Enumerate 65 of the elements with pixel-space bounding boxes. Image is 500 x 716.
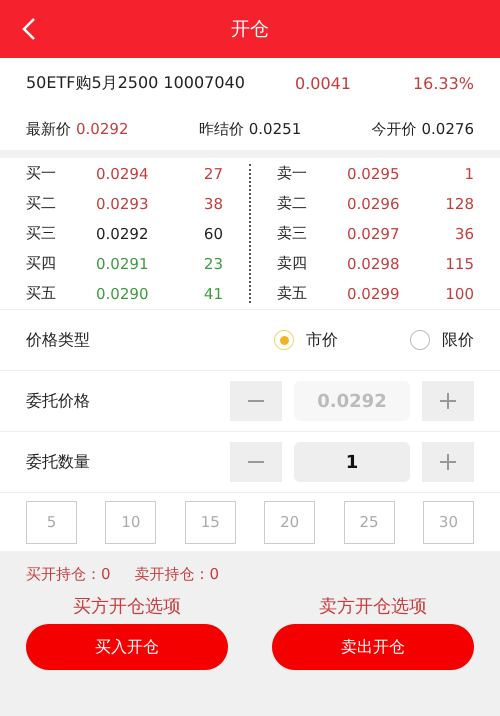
stat-label: 最新价 <box>26 120 71 138</box>
level-quantity: 60 <box>202 224 223 242</box>
level-price: 0.0296 <box>347 194 400 212</box>
level-quantity: 27 <box>202 164 223 182</box>
level-quantity: 23 <box>202 254 223 272</box>
position-count: 卖开持仓：0 <box>134 565 220 584</box>
radio-button[interactable] <box>274 330 294 350</box>
level-label: 买三 <box>26 224 57 243</box>
level-price: 0.0299 <box>347 284 400 302</box>
price-change: 0.0041 <box>295 74 351 92</box>
position-count: 买开持仓：0 <box>26 565 111 584</box>
level-label: 买一 <box>26 164 57 183</box>
radio-label[interactable]: 限价 <box>442 330 474 350</box>
level-label: 卖三 <box>277 224 308 243</box>
stat-value: 0.0292 <box>76 120 128 138</box>
level-price: 0.0292 <box>96 224 150 242</box>
quantity-preset-button[interactable]: 15 <box>184 500 236 544</box>
level-price: 0.0291 <box>96 254 150 272</box>
stat-label: 昨结价 <box>198 120 244 138</box>
plus-button[interactable] <box>422 381 474 421</box>
annotation-caption: 卖方开仓选项 <box>319 595 427 618</box>
level-quantity: 115 <box>444 254 474 272</box>
level-quantity: 128 <box>444 194 474 212</box>
level-label: 买五 <box>26 284 57 303</box>
minus-button[interactable] <box>230 442 282 482</box>
field-label: 价格类型 <box>26 330 90 350</box>
level-price: 0.0294 <box>96 164 150 182</box>
level-price: 0.0297 <box>347 224 400 242</box>
level-quantity: 100 <box>444 284 474 302</box>
level-label: 买四 <box>26 254 57 273</box>
level-quantity: 1 <box>463 164 474 182</box>
stat-label: 今开价 <box>372 120 416 138</box>
stat-value: 0.0251 <box>248 120 302 138</box>
radio-label[interactable]: 市价 <box>306 330 338 350</box>
level-label: 卖一 <box>277 164 308 183</box>
field-label: 委托价格 <box>26 390 90 412</box>
level-price: 0.0290 <box>96 284 150 302</box>
open-position-button[interactable]: 买入开仓 <box>26 624 228 670</box>
radio-button[interactable] <box>410 330 430 350</box>
level-label: 买二 <box>26 194 57 213</box>
quantity-preset-button[interactable]: 10 <box>105 500 156 544</box>
open-position-button[interactable]: 卖出开仓 <box>272 624 474 670</box>
contract-name: 50ETF购5月2500 10007040 <box>26 72 245 94</box>
value-field[interactable]: 1 <box>294 442 410 482</box>
level-quantity: 38 <box>202 194 223 212</box>
annotation-caption: 买方开仓选项 <box>73 595 181 618</box>
level-label: 卖五 <box>277 284 308 303</box>
level-quantity: 36 <box>454 224 474 242</box>
quantity-preset-button[interactable]: 5 <box>26 500 77 544</box>
page-title: 开仓 <box>231 17 269 42</box>
level-price: 0.0298 <box>347 254 400 272</box>
level-price: 0.0293 <box>96 194 150 212</box>
stat-value: 0.0276 <box>422 120 474 138</box>
level-price: 0.0295 <box>347 164 400 182</box>
quantity-preset-button[interactable]: 30 <box>422 500 474 544</box>
back-icon[interactable] <box>22 17 36 41</box>
quantity-preset-button[interactable]: 20 <box>264 500 316 544</box>
level-label: 卖四 <box>277 254 308 273</box>
level-label: 卖二 <box>277 194 308 213</box>
plus-button[interactable] <box>422 442 474 482</box>
minus-button[interactable] <box>230 381 282 421</box>
level-quantity: 41 <box>202 284 223 302</box>
change-percent: 16.33% <box>412 74 474 92</box>
field-label: 委托数量 <box>26 452 90 472</box>
quantity-preset-button[interactable]: 25 <box>344 500 395 544</box>
